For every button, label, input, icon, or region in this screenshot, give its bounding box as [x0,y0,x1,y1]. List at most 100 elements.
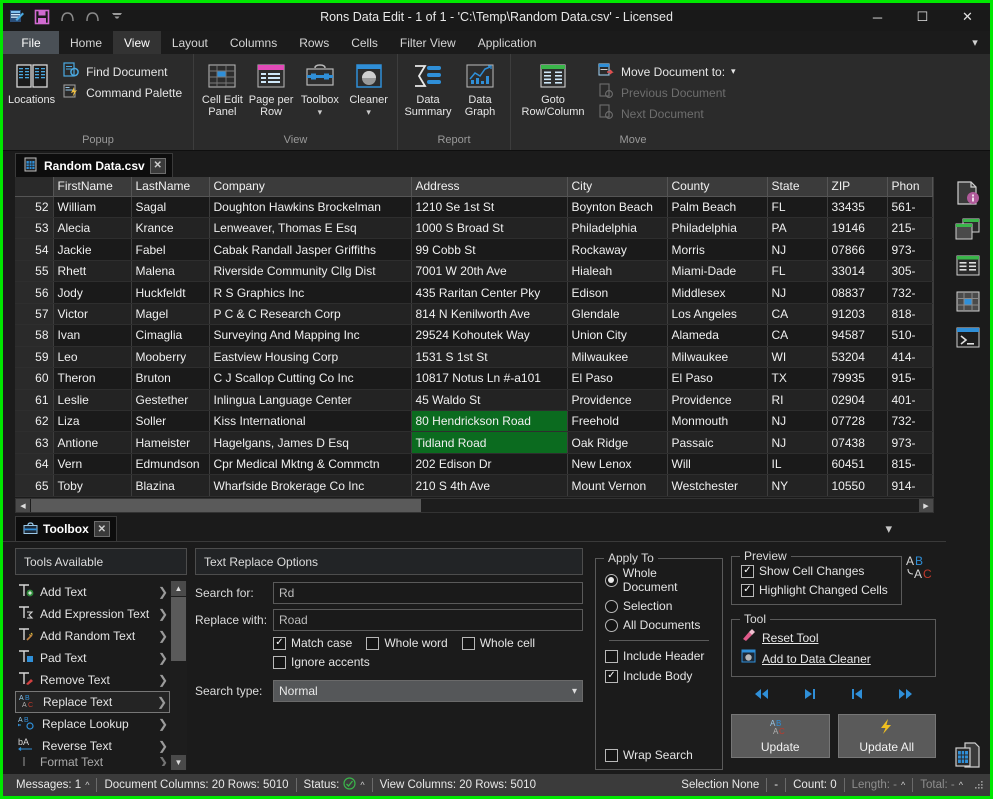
table-row[interactable]: 60TheronBrutonC J Scallop Cutting Co Inc… [15,368,932,389]
redo-icon[interactable] [81,6,103,28]
cell-company[interactable]: Doughton Hawkins Brockelman [209,196,411,217]
cell-company[interactable]: Riverside Community Cllg Dist [209,260,411,281]
console-icon[interactable] [952,323,984,353]
include-body-checkbox[interactable]: ✓ Include Body [605,669,713,683]
chevron-right-icon[interactable]: ❯ [158,757,168,766]
table-row[interactable]: 52WilliamSagalDoughton Hawkins Brockelma… [15,196,932,217]
cell-city[interactable]: Providence [567,389,667,410]
cell-lastname[interactable]: Malena [131,260,209,281]
cell-phone[interactable]: 915- [887,368,932,389]
cell-city[interactable]: Edison [567,282,667,303]
radio-all-documents[interactable]: All Documents [605,618,713,632]
grid-col-zip[interactable]: ZIP [827,177,887,196]
cell-state[interactable]: TX [767,368,827,389]
cell-state[interactable]: NJ [767,239,827,260]
status-messages[interactable]: Messages: 1 ^ [9,779,96,791]
document-info-icon[interactable] [952,179,984,209]
cell-state[interactable]: NJ [767,411,827,432]
cell-firstname[interactable]: Leslie [53,389,131,410]
cell-address[interactable]: 10817 Notus Ln #-a101 [411,368,567,389]
cell-state[interactable]: CA [767,325,827,346]
tab-cells[interactable]: Cells [340,31,389,54]
next-change-button[interactable] [801,687,818,705]
tab-rows[interactable]: Rows [288,31,340,54]
include-header-checkbox[interactable]: Include Header [605,649,713,663]
cell-lastname[interactable]: Krance [131,217,209,238]
cell-address[interactable]: 1531 S 1st St [411,346,567,367]
cell-address[interactable]: 210 S 4th Ave [411,475,567,497]
chevron-right-icon[interactable]: ❯ [158,651,168,665]
table-row[interactable]: 63AntioneHameisterHagelgans, James D Esq… [15,432,932,453]
page-per-row-button[interactable]: Page per Row [248,57,295,118]
cell-city[interactable]: Hialeah [567,260,667,281]
cell-phone[interactable]: 414- [887,346,932,367]
tab-home[interactable]: Home [59,31,113,54]
cell-state[interactable]: NJ [767,432,827,453]
cell-city[interactable]: Mount Vernon [567,475,667,497]
tab-layout[interactable]: Layout [161,31,219,54]
highlight-changed-cells-checkbox[interactable]: ✓ Highlight Changed Cells [741,583,892,597]
cell-firstname[interactable]: Jody [53,282,131,303]
cell-address[interactable]: 45 Waldo St [411,389,567,410]
cell-city[interactable]: Union City [567,325,667,346]
minimize-button[interactable]: ─ [855,3,900,31]
first-change-button[interactable] [753,687,770,705]
cell-address[interactable]: 1210 Se 1st St [411,196,567,217]
cell-city[interactable]: Glendale [567,303,667,324]
cell-state[interactable]: NY [767,475,827,497]
cell-company[interactable]: Wharfside Brokerage Co Inc [209,475,411,497]
cell-company[interactable]: Surveying And Mapping Inc [209,325,411,346]
chevron-down-icon[interactable]: ▾ [731,66,736,77]
cell-state[interactable]: WI [767,346,827,367]
cell-county[interactable]: Alameda [667,325,767,346]
document-pages-icon[interactable] [952,744,984,774]
row-number-cell[interactable]: 53 [15,217,53,238]
cell-firstname[interactable]: Theron [53,368,131,389]
chevron-up-icon[interactable]: ^ [85,780,89,790]
cell-zip[interactable]: 33014 [827,260,887,281]
cell-zip[interactable]: 94587 [827,325,887,346]
cell-firstname[interactable]: Antione [53,432,131,453]
row-number-cell[interactable]: 59 [15,346,53,367]
hscroll-track[interactable] [30,499,919,512]
cell-county[interactable]: Philadelphia [667,217,767,238]
row-number-cell[interactable]: 65 [15,475,53,497]
row-number-cell[interactable]: 60 [15,368,53,389]
ignore-accents-checkbox[interactable]: Ignore accents [273,655,370,669]
cell-address[interactable]: 29524 Kohoutek Way [411,325,567,346]
cell-company[interactable]: R S Graphics Inc [209,282,411,303]
grid-col-rownum[interactable] [15,177,53,196]
search-type-select[interactable]: Normal ▾ [273,680,583,702]
cell-city[interactable]: Milwaukee [567,346,667,367]
cell-phone[interactable]: 215- [887,217,932,238]
cell-firstname[interactable]: Rhett [53,260,131,281]
move-document-to-button[interactable]: Move Document to: ▾ [592,61,742,82]
show-cell-changes-checkbox[interactable]: ✓ Show Cell Changes [741,564,892,578]
grid-col-city[interactable]: City [567,177,667,196]
cell-address[interactable]: 814 N Kenilworth Ave [411,303,567,324]
scroll-right-icon[interactable]: ▶ [919,499,933,512]
cell-phone[interactable]: 973- [887,432,932,453]
wrap-search-checkbox[interactable]: Wrap Search [605,748,713,762]
table-row[interactable]: 61LeslieGestetherInlingua Language Cente… [15,389,932,410]
chevron-down-icon[interactable]: ▾ [366,106,371,118]
cell-company[interactable]: Hagelgans, James D Esq [209,432,411,453]
row-number-cell[interactable]: 55 [15,260,53,281]
cell-city[interactable]: El Paso [567,368,667,389]
tool-item-pad-text[interactable]: Pad Text❯ [15,647,170,669]
tab-file[interactable]: File [3,31,59,54]
cell-phone[interactable]: 973- [887,239,932,260]
cell-county[interactable]: Providence [667,389,767,410]
cell-firstname[interactable]: Vern [53,453,131,474]
cell-city[interactable]: New Lenox [567,453,667,474]
radio-selection[interactable]: Selection [605,599,713,613]
row-number-cell[interactable]: 58 [15,325,53,346]
cell-address[interactable]: 202 Edison Dr [411,453,567,474]
cell-state[interactable]: FL [767,260,827,281]
cell-edit-panel-button[interactable]: Cell Edit Panel [199,57,246,118]
scroll-up-icon[interactable]: ▲ [171,581,186,596]
cell-phone[interactable]: 732- [887,282,932,303]
cell-county[interactable]: Milwaukee [667,346,767,367]
row-number-cell[interactable]: 62 [15,411,53,432]
table-row[interactable]: 55RhettMalenaRiverside Community Cllg Di… [15,260,932,281]
